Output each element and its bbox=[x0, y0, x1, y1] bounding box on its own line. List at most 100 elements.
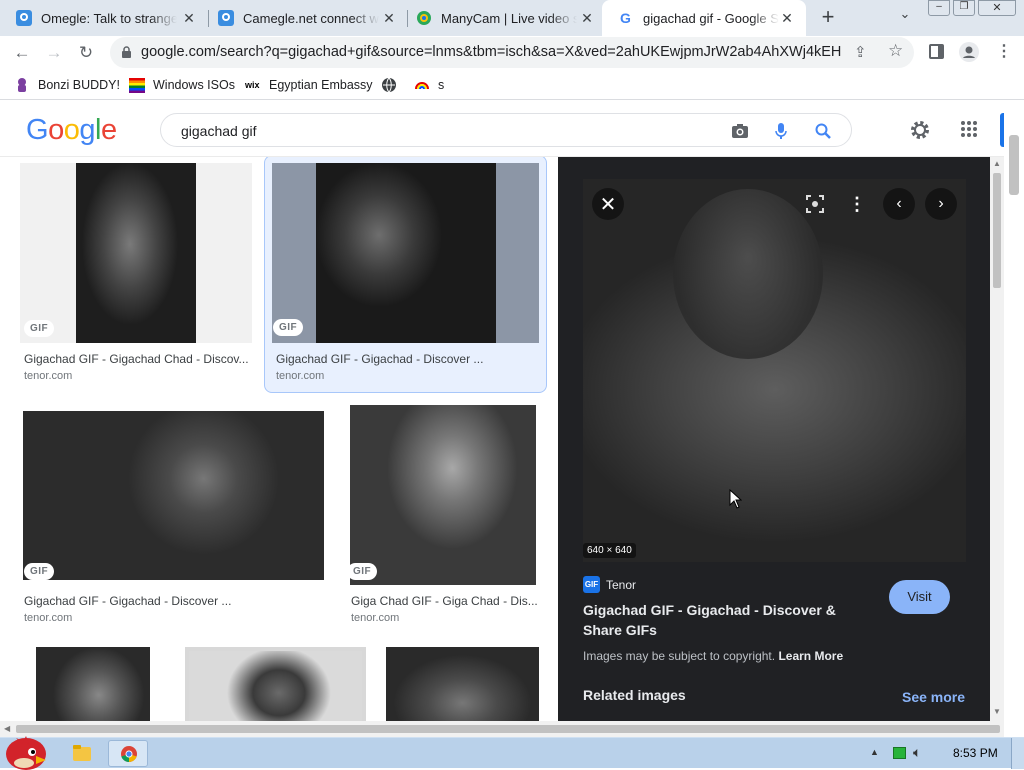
bookmark-label: s bbox=[438, 78, 445, 92]
result-card[interactable]: GIF Gigachad GIF - Gigachad - Discover .… bbox=[20, 405, 330, 635]
close-tab-icon[interactable]: ✕ bbox=[380, 9, 398, 27]
close-tab-icon[interactable]: ✕ bbox=[578, 9, 596, 27]
bookmark-bonzi-buddy[interactable]: Bonzi BUDDY! bbox=[14, 76, 120, 94]
result-thumbnail[interactable] bbox=[386, 647, 539, 721]
scroll-down-arrow-icon[interactable]: ▼ bbox=[993, 707, 1001, 716]
preview-image[interactable] bbox=[583, 179, 966, 562]
svg-text:G: G bbox=[620, 10, 631, 26]
visit-button[interactable]: Visit bbox=[889, 580, 950, 614]
result-thumbnail[interactable] bbox=[185, 647, 366, 721]
gif-badge: GIF bbox=[273, 319, 304, 336]
tab-google-search[interactable]: G gigachad gif - Google Sea ✕ bbox=[602, 0, 806, 36]
result-title[interactable]: Giga Chad GIF - Giga Chad - Dis... bbox=[351, 594, 537, 608]
close-window-button[interactable]: ✕ bbox=[978, 0, 1016, 16]
forward-button[interactable]: → bbox=[40, 39, 68, 67]
new-tab-button[interactable]: + bbox=[816, 5, 840, 29]
rainbow-flag-icon bbox=[129, 78, 145, 93]
result-card[interactable]: GIF Gigachad GIF - Gigachad Chad - Disco… bbox=[20, 157, 256, 392]
horizontal-scrollbar[interactable]: ◀ bbox=[0, 721, 1004, 737]
bookmark-s[interactable]: s bbox=[414, 76, 444, 94]
close-tab-icon[interactable]: ✕ bbox=[778, 9, 796, 27]
bookmark-windows-isos[interactable]: Windows ISOs bbox=[129, 76, 235, 94]
windows-taskbar: ▲ 🔈︎ 8:53 PM bbox=[0, 736, 1024, 770]
gif-badge: GIF bbox=[24, 563, 55, 580]
see-more-link[interactable]: See more bbox=[902, 689, 965, 705]
google-logo[interactable]: Google bbox=[26, 114, 117, 147]
settings-gear-icon[interactable] bbox=[909, 119, 931, 141]
tab-search-chevron-icon[interactable]: ⌄ bbox=[895, 6, 915, 26]
gif-badge: GIF bbox=[347, 563, 378, 580]
bookmark-globe[interactable] bbox=[381, 76, 405, 94]
network-tray-icon[interactable] bbox=[893, 747, 906, 759]
apps-grid-icon[interactable] bbox=[960, 120, 978, 138]
copyright-notice: Images may be subject to copyright. Lear… bbox=[583, 649, 843, 663]
restore-button[interactable]: ❐ bbox=[953, 0, 975, 16]
site-name[interactable]: Tenor bbox=[606, 578, 636, 592]
more-options-icon[interactable]: ⋮ bbox=[841, 188, 873, 220]
manycam-favicon-icon bbox=[417, 11, 431, 25]
microphone-icon[interactable] bbox=[775, 122, 787, 140]
page-scrollbar[interactable] bbox=[1004, 101, 1024, 721]
search-input[interactable]: gigachad gif bbox=[181, 123, 257, 139]
camera-search-icon[interactable] bbox=[731, 123, 749, 139]
result-thumbnail[interactable] bbox=[23, 411, 324, 580]
mouse-cursor-icon bbox=[729, 489, 742, 509]
scrollbar-thumb[interactable] bbox=[993, 173, 1001, 288]
previous-image-icon[interactable]: ‹ bbox=[883, 188, 915, 220]
related-images-heading: Related images bbox=[583, 687, 686, 703]
google-header: Google gigachad gif bbox=[0, 101, 1006, 157]
system-clock[interactable]: 8:53 PM bbox=[953, 746, 998, 760]
tab-manycam[interactable]: ManyCam | Live video sof ✕ bbox=[400, 0, 606, 36]
browser-menu-icon[interactable]: ⋮ bbox=[996, 41, 1012, 61]
result-source: tenor.com bbox=[276, 370, 325, 382]
result-title[interactable]: Gigachad GIF - Gigachad Chad - Discov... bbox=[24, 352, 252, 366]
minimize-button[interactable]: ‒ bbox=[928, 0, 950, 16]
volume-icon[interactable]: 🔈︎ bbox=[913, 744, 921, 761]
result-title[interactable]: Gigachad GIF - Gigachad - Discover ... bbox=[24, 594, 324, 608]
profile-avatar-icon[interactable] bbox=[959, 42, 979, 62]
result-title[interactable]: Gigachad GIF - Gigachad - Discover ... bbox=[276, 352, 536, 366]
tab-camegle[interactable]: Camegle.net connect with ✕ bbox=[202, 0, 408, 36]
visual-search-icon[interactable] bbox=[806, 195, 824, 213]
share-icon[interactable]: ⇪ bbox=[854, 43, 867, 61]
horizontal-scrollbar-thumb[interactable] bbox=[16, 725, 1000, 733]
reload-button[interactable]: ↻ bbox=[72, 39, 100, 67]
result-thumbnail[interactable] bbox=[20, 163, 252, 343]
page-scrollbar-thumb[interactable] bbox=[1009, 135, 1019, 195]
rainbow-icon bbox=[415, 82, 429, 90]
tab-title: Camegle.net connect with bbox=[243, 10, 379, 26]
side-panel-icon[interactable] bbox=[929, 44, 944, 59]
image-preview-panel: ✕ ⋮ ‹ › 640 × 640 GIF Tenor Gigachad GIF… bbox=[558, 157, 990, 721]
result-card[interactable]: GIF Giga Chad GIF - Giga Chad - Dis... t… bbox=[347, 405, 542, 635]
bookmark-egyptian-embassy[interactable]: wix Egyptian Embassy bbox=[245, 76, 373, 94]
search-box[interactable]: gigachad gif bbox=[160, 113, 852, 147]
result-source: tenor.com bbox=[351, 612, 400, 624]
angry-bird-start-icon[interactable] bbox=[2, 730, 48, 770]
bookmarks-bar: Bonzi BUDDY! Windows ISOs wix Egyptian E… bbox=[0, 70, 1024, 100]
panel-scrollbar[interactable]: ▲ ▼ bbox=[990, 157, 1004, 721]
show-hidden-icons-icon[interactable]: ▲ bbox=[870, 747, 879, 757]
lock-icon bbox=[122, 46, 131, 58]
taskbar-chrome-button[interactable] bbox=[108, 740, 148, 767]
learn-more-link[interactable]: Learn More bbox=[778, 649, 843, 663]
result-thumbnail[interactable] bbox=[36, 647, 150, 721]
bookmark-label: Egyptian Embassy bbox=[269, 78, 373, 92]
search-icon[interactable] bbox=[815, 123, 831, 139]
bookmark-label: Bonzi BUDDY! bbox=[38, 78, 120, 92]
close-preview-icon[interactable]: ✕ bbox=[592, 188, 624, 220]
result-card-selected[interactable]: GIF Gigachad GIF - Gigachad - Discover .… bbox=[264, 157, 547, 393]
close-tab-icon[interactable]: ✕ bbox=[180, 9, 198, 27]
back-button[interactable]: ← bbox=[8, 39, 36, 67]
show-desktop-button[interactable] bbox=[1011, 738, 1024, 769]
tab-omegle[interactable]: Omegle: Talk to strangers! ✕ bbox=[0, 0, 208, 36]
result-thumbnail[interactable] bbox=[272, 163, 539, 343]
next-image-icon[interactable]: › bbox=[925, 188, 957, 220]
address-bar[interactable]: google.com/search?q=gigachad+gif&source=… bbox=[110, 37, 914, 68]
omegle-favicon-icon bbox=[16, 10, 32, 26]
result-thumbnail[interactable] bbox=[350, 405, 536, 585]
file-explorer-icon[interactable] bbox=[72, 744, 92, 762]
bookmark-star-icon[interactable]: ☆ bbox=[888, 41, 903, 61]
preview-title[interactable]: Gigachad GIF - Gigachad - Discover & Sha… bbox=[583, 600, 863, 640]
scroll-up-arrow-icon[interactable]: ▲ bbox=[993, 159, 1001, 168]
result-source: tenor.com bbox=[24, 612, 73, 624]
